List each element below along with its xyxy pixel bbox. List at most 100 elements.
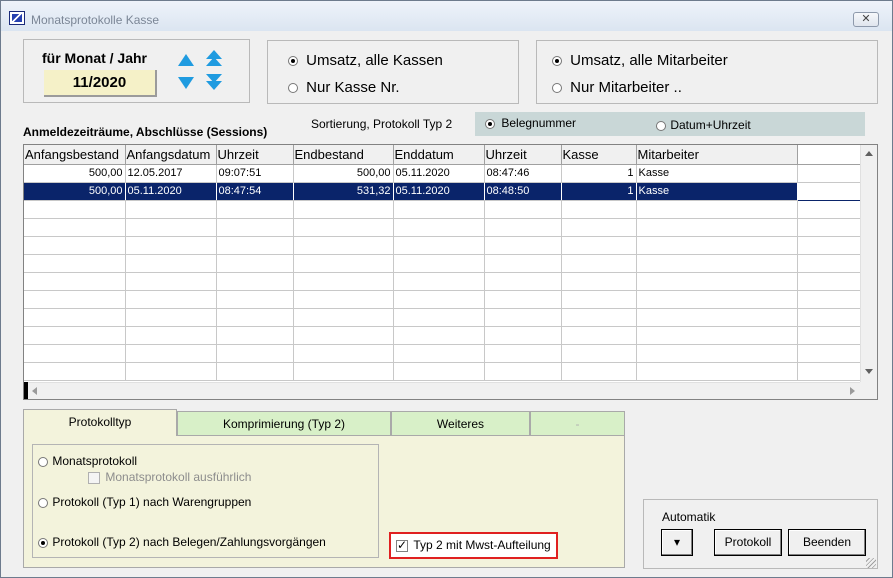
column-header[interactable]: Mitarbeiter: [636, 145, 798, 165]
table-cell[interactable]: [216, 236, 294, 255]
year-down-icon[interactable]: [206, 74, 222, 92]
table-cell[interactable]: [216, 218, 294, 237]
table-cell[interactable]: [393, 344, 485, 363]
table-cell[interactable]: [24, 308, 126, 327]
table-cell[interactable]: 09:07:51: [216, 164, 294, 183]
table-cell[interactable]: [484, 272, 562, 291]
table-cell[interactable]: [561, 236, 637, 255]
scroll-up-icon[interactable]: [865, 151, 873, 156]
protokoll-button[interactable]: Protokoll: [714, 529, 782, 556]
table-cell[interactable]: [216, 344, 294, 363]
table-row[interactable]: 500,00 05.11.2020 08:47:54 531,32 05.11.2020…: [24, 181, 861, 201]
table-cell[interactable]: [293, 272, 394, 291]
horizontal-scrollbar[interactable]: [28, 382, 860, 399]
table-cell[interactable]: [636, 290, 798, 309]
table-cell[interactable]: [24, 344, 126, 363]
table-cell[interactable]: [24, 218, 126, 237]
table-cell[interactable]: [484, 362, 562, 381]
table-cell[interactable]: [216, 254, 294, 273]
period-value[interactable]: 11/2020: [44, 70, 157, 97]
table-row[interactable]: [24, 362, 860, 381]
table-cell[interactable]: [393, 362, 485, 381]
table-cell[interactable]: [24, 272, 126, 291]
table-cell[interactable]: [636, 326, 798, 345]
table-cell[interactable]: [484, 200, 562, 219]
table-cell[interactable]: [561, 200, 637, 219]
table-cell[interactable]: [293, 308, 394, 327]
table-cell[interactable]: [293, 218, 394, 237]
table-cell[interactable]: [293, 200, 394, 219]
column-header[interactable]: Uhrzeit: [216, 145, 294, 165]
radio-nur-mitarbeiter[interactable]: Nur Mitarbeiter ..: [552, 79, 682, 96]
table-cell[interactable]: [561, 344, 637, 363]
table-cell[interactable]: [216, 362, 294, 381]
column-header[interactable]: Enddatum: [393, 145, 485, 165]
table-row[interactable]: [24, 236, 860, 255]
radio-protokoll-typ2[interactable]: Protokoll (Typ 2) nach Belegen/Zahlungsv…: [38, 535, 326, 549]
table-cell[interactable]: [216, 326, 294, 345]
table-cell[interactable]: [293, 344, 394, 363]
table-cell[interactable]: [393, 326, 485, 345]
table-cell[interactable]: [636, 218, 798, 237]
table-row[interactable]: [24, 326, 860, 345]
table-cell[interactable]: [216, 290, 294, 309]
table-cell[interactable]: [561, 272, 637, 291]
table-cell[interactable]: [484, 290, 562, 309]
table-cell[interactable]: [561, 326, 637, 345]
table-cell[interactable]: [561, 218, 637, 237]
table-cell[interactable]: Kasse: [636, 182, 798, 201]
table-cell[interactable]: [636, 362, 798, 381]
column-header[interactable]: Endbestand: [293, 145, 394, 165]
table-cell[interactable]: [24, 236, 126, 255]
column-header[interactable]: Kasse: [561, 145, 637, 165]
scroll-right-icon[interactable]: [850, 387, 855, 395]
radio-alle-mitarbeiter[interactable]: Umsatz, alle Mitarbeiter: [552, 52, 728, 69]
table-cell[interactable]: [125, 344, 217, 363]
table-cell[interactable]: [561, 362, 637, 381]
table-cell[interactable]: [484, 218, 562, 237]
table-cell[interactable]: [393, 254, 485, 273]
column-header[interactable]: Uhrzeit: [484, 145, 562, 165]
table-cell[interactable]: [24, 254, 126, 273]
table-cell[interactable]: 08:47:46: [484, 164, 562, 183]
table-cell[interactable]: [636, 272, 798, 291]
table-cell[interactable]: [561, 290, 637, 309]
table-cell[interactable]: [561, 254, 637, 273]
column-header[interactable]: Anfangsdatum: [125, 145, 217, 165]
tab-weiteres[interactable]: Weiteres: [391, 411, 530, 436]
table-cell[interactable]: [636, 308, 798, 327]
table-cell[interactable]: [24, 290, 126, 309]
table-row[interactable]: [24, 218, 860, 237]
table-cell[interactable]: [393, 290, 485, 309]
table-cell[interactable]: [24, 326, 126, 345]
automatik-dropdown-button[interactable]: ▾: [661, 529, 693, 556]
table-cell[interactable]: 500,00: [24, 182, 126, 201]
month-down-icon[interactable]: [178, 77, 194, 89]
table-cell[interactable]: [484, 254, 562, 273]
table-row[interactable]: [24, 254, 860, 273]
table-cell[interactable]: 1: [561, 182, 637, 201]
table-cell[interactable]: [293, 236, 394, 255]
table-cell[interactable]: 05.11.2020: [125, 182, 217, 201]
beenden-button[interactable]: Beenden: [788, 529, 866, 556]
mwst-checkbox[interactable]: Typ 2 mit Mwst-Aufteilung: [389, 532, 558, 559]
table-cell[interactable]: [125, 362, 217, 381]
table-cell[interactable]: [24, 200, 126, 219]
table-cell[interactable]: 05.11.2020: [393, 164, 485, 183]
table-cell[interactable]: [636, 344, 798, 363]
table-cell[interactable]: [393, 200, 485, 219]
tab-komprimierung[interactable]: Komprimierung (Typ 2): [177, 411, 391, 436]
vertical-scrollbar[interactable]: [860, 145, 877, 382]
table-cell[interactable]: 05.11.2020: [393, 182, 485, 201]
table-cell[interactable]: [393, 236, 485, 255]
radio-alle-kassen[interactable]: Umsatz, alle Kassen: [288, 52, 443, 69]
table-cell[interactable]: 500,00: [293, 164, 394, 183]
table-cell[interactable]: [636, 236, 798, 255]
table-cell[interactable]: 08:48:50: [484, 182, 562, 201]
table-cell[interactable]: [24, 362, 126, 381]
column-header[interactable]: Anfangsbestand: [24, 145, 126, 165]
table-cell[interactable]: 1: [561, 164, 637, 183]
table-cell[interactable]: [216, 308, 294, 327]
table-cell[interactable]: 12.05.2017: [125, 164, 217, 183]
table-row[interactable]: [24, 200, 860, 219]
